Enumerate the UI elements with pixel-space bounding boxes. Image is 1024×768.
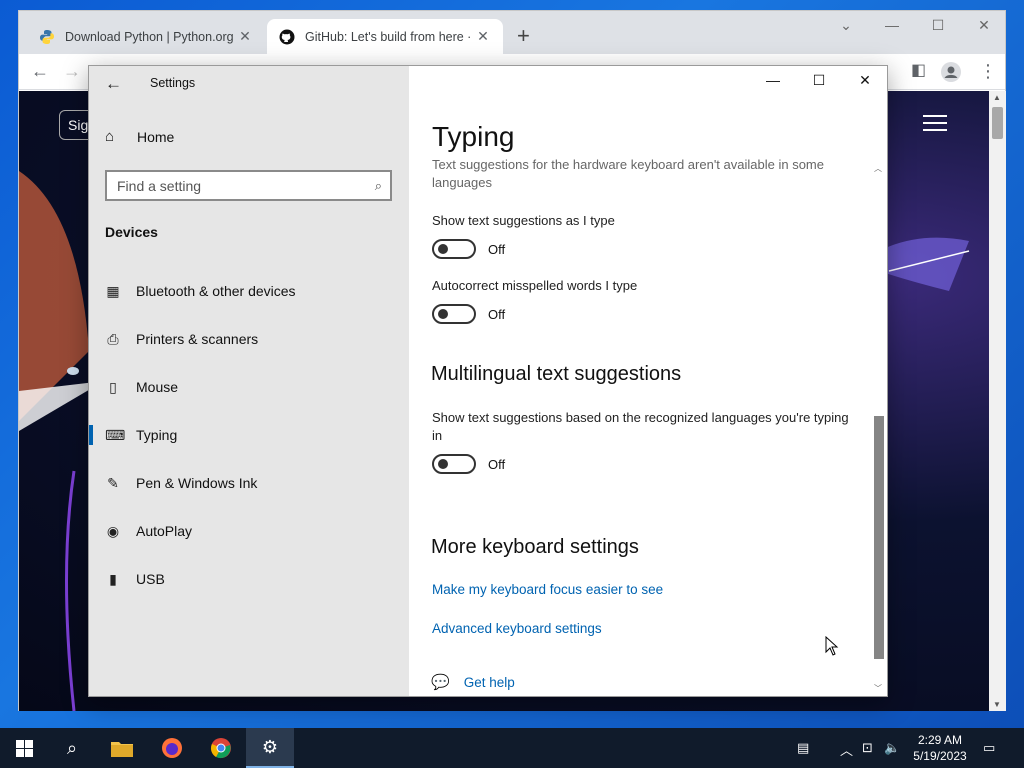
help-chat-icon: 💬: [431, 674, 450, 691]
home-link[interactable]: ⌂ Home: [105, 128, 175, 146]
tab-strip: Download Python | Python.org ✕ GitHub: L…: [19, 11, 1005, 54]
windows-logo-icon: [15, 739, 33, 757]
autocorrect-toggle[interactable]: Off: [432, 304, 505, 324]
tab-python[interactable]: Download Python | Python.org ✕: [27, 19, 265, 54]
file-explorer-icon[interactable]: [98, 728, 146, 768]
suggestions-toggle[interactable]: Off: [432, 239, 505, 259]
nav-label: AutoPlay: [136, 523, 193, 539]
python-icon: [39, 29, 55, 45]
mouse-cursor-icon: [825, 636, 839, 656]
get-help-label: Get help: [463, 674, 515, 690]
back-arrow-icon[interactable]: ←: [31, 62, 49, 80]
action-news-icon[interactable]: ▤: [797, 740, 809, 756]
suggestions-label: Show text suggestions as I type: [432, 213, 615, 228]
search-placeholder: Find a setting: [117, 178, 202, 194]
section-heading: Devices: [105, 224, 158, 240]
nav-label: USB: [136, 571, 165, 587]
advanced-keyboard-link[interactable]: Advanced keyboard settings: [432, 621, 602, 636]
keyboard-focus-link[interactable]: Make my keyboard focus easier to see: [432, 582, 663, 597]
nav-item-printers[interactable]: ⎙ Printers & scanners: [89, 319, 409, 359]
toggle-switch[interactable]: [432, 304, 476, 324]
github-icon: [279, 29, 295, 45]
settings-nav-pane: ← Settings ⌂ Home Find a setting ⌕ Devic…: [89, 66, 409, 696]
nav-item-bluetooth[interactable]: ▦ Bluetooth & other devices: [89, 271, 409, 311]
maximize-icon[interactable]: ☐: [923, 17, 953, 34]
clock[interactable]: 2:29 AM 5/19/2023: [912, 732, 968, 764]
profile-avatar-icon[interactable]: [941, 62, 961, 85]
toggle-state: Off: [488, 241, 506, 257]
mouse-icon: ▯: [109, 378, 117, 395]
search-icon[interactable]: ⌕: [48, 728, 96, 768]
multilingual-label: Show text suggestions based on the recog…: [432, 410, 849, 443]
maximize-icon[interactable]: ☐: [797, 72, 841, 89]
search-icon: ⌕: [374, 178, 382, 193]
page-scrollbar[interactable]: ▲ ▼: [989, 91, 1006, 711]
autocorrect-label: Autocorrect misspelled words I type: [432, 278, 638, 293]
bluetooth-devices-icon: ▦: [106, 282, 120, 299]
taskbar: ⌕ ⚙ ▤ ︿ ⊡ 🔈 2:29 AM 5/19/2023 ▭: [0, 728, 1024, 768]
settings-content: — ☐ ✕ Typing Text suggestions for the ha…: [409, 66, 887, 696]
keyboard-icon: ⌨: [105, 426, 126, 443]
toggle-switch[interactable]: [432, 239, 476, 259]
tab-title: GitHub: Let's build from here · Gi: [305, 29, 475, 44]
firefox-icon[interactable]: [148, 728, 196, 768]
home-icon: ⌂: [105, 128, 115, 145]
minimize-icon[interactable]: —: [751, 72, 795, 88]
kebab-menu-icon[interactable]: ⋮: [979, 62, 997, 80]
tab-title: Download Python | Python.org: [65, 29, 234, 44]
forward-arrow-icon[interactable]: →: [63, 62, 81, 80]
nav-label: Pen & Windows Ink: [136, 475, 258, 491]
scroll-up-icon[interactable]: ︿: [874, 163, 882, 174]
toggle-state: Off: [488, 456, 506, 472]
app-title: Settings: [150, 76, 196, 90]
network-icon[interactable]: ⊡: [862, 740, 873, 756]
nav-label: Bluetooth & other devices: [136, 283, 296, 299]
printer-icon: ⎙: [107, 330, 119, 347]
page-title: Typing: [432, 121, 515, 152]
close-tab-icon[interactable]: ✕: [475, 28, 491, 45]
scroll-thumb[interactable]: [874, 416, 884, 659]
chevron-up-icon[interactable]: ︿: [840, 740, 853, 759]
notification-icon[interactable]: ▭: [983, 740, 995, 756]
back-arrow-icon[interactable]: ←: [105, 74, 122, 94]
nav-label: Typing: [136, 427, 178, 443]
more-keyboard-heading: More keyboard settings: [431, 536, 639, 558]
clock-time: 2:29 AM: [917, 733, 963, 747]
nav-label: Mouse: [136, 379, 179, 395]
close-icon[interactable]: ✕: [969, 17, 999, 34]
clock-date: 5/19/2023: [913, 749, 967, 763]
tab-search-chevron-icon[interactable]: ⌄: [831, 17, 861, 34]
close-icon[interactable]: ✕: [843, 72, 887, 89]
nav-item-typing[interactable]: ⌨ Typing: [89, 415, 409, 455]
minimize-icon[interactable]: —: [877, 17, 907, 33]
pen-icon: ✎: [107, 474, 119, 491]
autoplay-icon: ◉: [106, 522, 120, 539]
chrome-icon[interactable]: [197, 728, 245, 768]
multilingual-toggle[interactable]: Off: [432, 454, 505, 474]
toggle-switch[interactable]: [432, 454, 476, 474]
multilingual-heading: Multilingual text suggestions: [431, 363, 682, 385]
settings-gear-icon[interactable]: ⚙: [246, 728, 294, 768]
toggle-state: Off: [488, 306, 506, 322]
tab-github[interactable]: GitHub: Let's build from here · Gi ✕: [267, 19, 503, 54]
settings-window: ← Settings ⌂ Home Find a setting ⌕ Devic…: [88, 65, 888, 697]
usb-icon: ▮: [109, 570, 117, 587]
nav-item-autoplay[interactable]: ◉ AutoPlay: [89, 511, 409, 551]
start-button[interactable]: [0, 728, 48, 768]
hardware-keyboard-note: Text suggestions for the hardware keyboa…: [432, 157, 824, 190]
new-tab-button[interactable]: +: [517, 25, 530, 47]
nav-item-mouse[interactable]: ▯ Mouse: [89, 367, 409, 407]
nav-item-pen[interactable]: ✎ Pen & Windows Ink: [89, 463, 409, 503]
scroll-down-icon[interactable]: ﹀: [874, 683, 882, 694]
close-tab-icon[interactable]: ✕: [237, 28, 253, 45]
get-help-link[interactable]: 💬 Get help: [431, 673, 515, 691]
content-scrollbar[interactable]: ︿ ﹀: [872, 161, 886, 696]
nav-label: Printers & scanners: [136, 331, 259, 347]
home-label: Home: [137, 129, 175, 145]
search-input[interactable]: Find a setting ⌕: [105, 170, 392, 201]
volume-muted-icon[interactable]: 🔈: [884, 740, 900, 756]
side-panel-icon[interactable]: ◧: [911, 62, 926, 80]
nav-item-usb[interactable]: ▮ USB: [89, 559, 409, 599]
